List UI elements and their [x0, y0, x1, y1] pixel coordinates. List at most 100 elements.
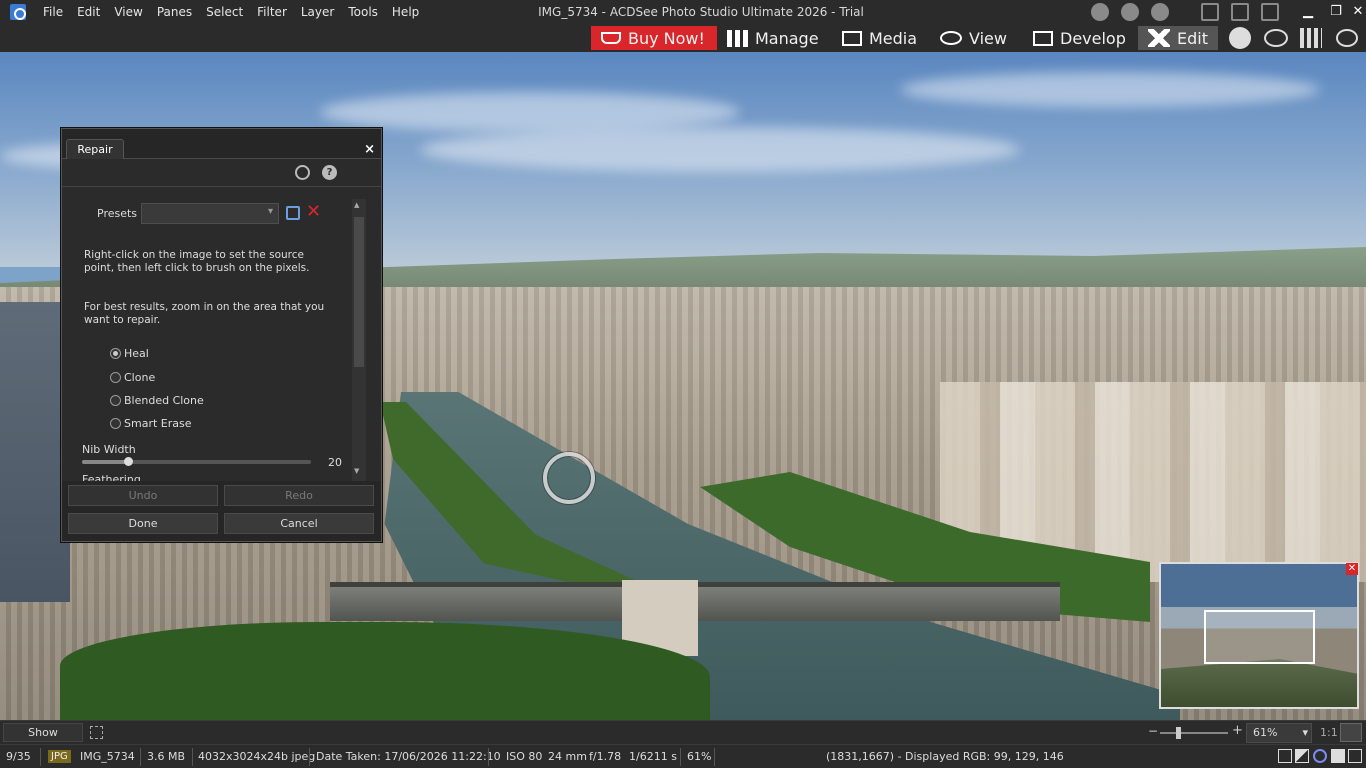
repair-toolbar: ? [62, 159, 381, 187]
repair-close-button[interactable]: × [364, 142, 375, 157]
notifications-icon[interactable] [1121, 3, 1139, 21]
date-taken: Date Taken: 17/06/2026 11:22:10 [316, 750, 501, 763]
bottom-pane-toggle-icon[interactable] [1231, 3, 1249, 21]
radio-blended-clone[interactable]: Blended Clone [110, 394, 204, 407]
radio-blended-clone-indicator[interactable] [110, 395, 121, 406]
mode-media[interactable]: Media [842, 26, 917, 50]
left-pane-toggle-icon[interactable] [1201, 3, 1219, 21]
zoom-dropdown[interactable]: 61% [1246, 723, 1312, 743]
radio-smart-erase-label: Smart Erase [124, 417, 192, 430]
pixel-info: (1831,1667) - Displayed RGB: 99, 129, 14… [826, 750, 1064, 763]
exposure-warning-icon[interactable] [1295, 749, 1309, 763]
actual-size-button[interactable]: 1:1 [1320, 726, 1338, 739]
navigator-viewport[interactable] [1204, 610, 1315, 664]
edit-tools-icon [1148, 29, 1170, 47]
mode-manage-label: Manage [755, 28, 819, 48]
right-pane-toggle-icon[interactable] [1261, 3, 1279, 21]
menu-edit[interactable]: Edit [70, 0, 107, 24]
undo-button[interactable]: Undo [68, 485, 218, 506]
cancel-button[interactable]: Cancel [224, 513, 374, 534]
file-type-badge: JPG [48, 750, 71, 763]
show-previous-button[interactable]: Show Previous [3, 723, 83, 756]
private-view-icon[interactable] [1336, 29, 1358, 47]
presets-dropdown[interactable] [141, 203, 279, 224]
repair-brush-cursor [543, 452, 595, 504]
save-preset-icon[interactable] [286, 206, 300, 220]
mode-edit[interactable]: Edit [1138, 26, 1218, 50]
scroll-thumb[interactable] [354, 217, 364, 367]
account-icon[interactable] [1151, 3, 1169, 21]
file-name: IMG_5734 [80, 750, 135, 763]
reel-icon[interactable] [1229, 27, 1251, 49]
cart-icon [601, 32, 621, 44]
feathering-label: Feathering [82, 473, 141, 481]
radio-smart-erase[interactable]: Smart Erase [110, 417, 191, 430]
nib-width-label: Nib Width [82, 443, 136, 456]
mode-develop[interactable]: Develop [1033, 26, 1126, 50]
image-dimensions: 4032x3024x24b jpeg [198, 750, 316, 763]
view-mode-icon[interactable] [1278, 749, 1292, 763]
radio-smart-erase-indicator[interactable] [110, 418, 121, 429]
zoom-out-icon[interactable]: − [1148, 724, 1158, 738]
presets-label: Presets [97, 207, 138, 220]
mode-view[interactable]: View [940, 26, 1007, 50]
separator [140, 748, 141, 766]
scroll-up-icon[interactable]: ▲ [354, 201, 359, 209]
mode-bar: Buy Now! Manage Media View Develop Edit [0, 24, 1366, 52]
eye-icon [940, 31, 962, 45]
tag-checkbox-icon[interactable] [1331, 749, 1345, 763]
separator [488, 748, 489, 766]
menu-layer[interactable]: Layer [294, 0, 341, 24]
reset-icon[interactable] [295, 165, 310, 180]
select-icon[interactable] [1348, 749, 1362, 763]
navigator-close-icon[interactable]: ✕ [1346, 563, 1358, 575]
aperture: f/1.78 [589, 750, 622, 763]
full-screen-icon[interactable] [90, 726, 103, 739]
nib-width-value[interactable]: 20 [328, 456, 342, 469]
help-icon[interactable]: ? [322, 165, 337, 180]
repair-tab[interactable]: Repair [66, 139, 124, 160]
photos-icon [842, 30, 862, 46]
separator [714, 748, 715, 766]
menu-filter[interactable]: Filter [250, 0, 294, 24]
mode-media-label: Media [869, 28, 918, 48]
done-button[interactable]: Done [68, 513, 218, 534]
navigator-thumbnail[interactable] [1159, 562, 1359, 709]
menu-tools[interactable]: Tools [341, 0, 385, 24]
nib-width-thumb[interactable] [123, 457, 133, 466]
repair-scrollbar[interactable]: ▲ ▼ [352, 199, 366, 481]
separator [192, 748, 193, 766]
theme-icon[interactable] [1091, 3, 1109, 21]
radio-clone[interactable]: Clone [110, 371, 155, 384]
delete-preset-icon[interactable]: ✕ [306, 202, 321, 222]
radio-clone-indicator[interactable] [110, 372, 121, 383]
fit-to-window-icon[interactable] [1340, 723, 1362, 742]
minimize-button[interactable]: ▁ [1294, 0, 1322, 24]
menu-help[interactable]: Help [385, 0, 426, 24]
buy-now-label: Buy Now! [628, 28, 705, 48]
nib-width-fill [82, 460, 128, 464]
bottom-toolbar: Show Previous − + 61% 1:1 [0, 720, 1366, 756]
cloud-365-icon[interactable] [1264, 29, 1288, 47]
menu-select[interactable]: Select [199, 0, 250, 24]
zoom-in-icon[interactable]: + [1232, 723, 1243, 738]
app-icon[interactable] [10, 4, 26, 20]
color-management-icon[interactable] [1313, 749, 1327, 763]
radio-clone-label: Clone [124, 371, 156, 384]
menu-panes[interactable]: Panes [150, 0, 199, 24]
window-close-button[interactable]: ✕ [1344, 0, 1366, 24]
radio-heal-indicator[interactable] [110, 348, 121, 359]
menu-file[interactable]: File [36, 0, 70, 24]
mode-manage[interactable]: Manage [727, 26, 819, 50]
scroll-down-icon[interactable]: ▼ [354, 467, 359, 475]
menu-view[interactable]: View [107, 0, 149, 24]
file-size: 3.6 MB [147, 750, 186, 763]
nib-width-slider[interactable] [82, 460, 311, 464]
zoom-slider[interactable] [1160, 732, 1228, 734]
zoom-slider-thumb[interactable] [1176, 727, 1181, 739]
dashboard-icon[interactable] [1300, 28, 1322, 48]
redo-button[interactable]: Redo [224, 485, 374, 506]
grid-icon [727, 29, 748, 47]
buy-now-button[interactable]: Buy Now! [591, 26, 717, 50]
radio-heal[interactable]: Heal [110, 347, 149, 360]
